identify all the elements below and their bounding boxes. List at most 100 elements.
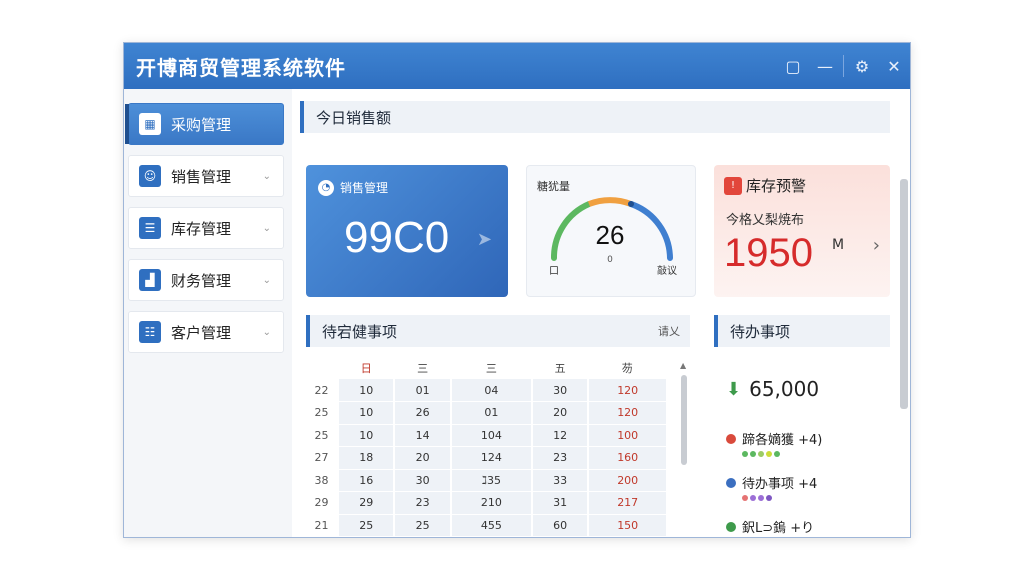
- table-cell: 01: [393, 379, 451, 402]
- chevron-down-icon: ⌄: [262, 326, 271, 338]
- table-row[interactable]: 21 25 25 455 60 150: [306, 514, 666, 537]
- table-cell: 10: [336, 401, 395, 425]
- minimize-icon[interactable]: —: [809, 43, 841, 89]
- sidebar-item-label: 销售管理: [171, 167, 232, 186]
- todo-item[interactable]: 待办事项 +4: [726, 473, 817, 492]
- gauge-marker: [628, 201, 634, 207]
- table-cell: 16: [336, 469, 395, 492]
- column-header: 三: [417, 362, 429, 375]
- table-cell: 200: [587, 469, 666, 492]
- table-cell: 31: [530, 491, 589, 515]
- column-header: 三: [485, 362, 497, 375]
- table-row[interactable]: 38 16 30 ℷ35 33 200: [306, 469, 666, 492]
- sales-card[interactable]: ◔ 销售管理 99C0 ➤: [306, 165, 508, 297]
- chart-icon: ▟: [139, 269, 161, 291]
- table-cell: ℷ35: [449, 469, 532, 492]
- table-cell: 04: [449, 379, 532, 402]
- status-dot-icon: [726, 477, 736, 488]
- sidebar-item-label: 库存管理: [171, 219, 232, 238]
- table-cell: 12: [530, 424, 589, 447]
- table-scrollbar[interactable]: ▲: [680, 361, 688, 537]
- section-title: 今日销售额: [316, 108, 392, 127]
- table-cell: 18: [336, 446, 395, 470]
- table-cell: 29: [336, 491, 395, 515]
- table-cell: 30: [530, 379, 589, 402]
- inventory-warning-card[interactable]: ! 库存预警 今格乂梨焼布 1950 M ›: [714, 165, 890, 297]
- gauge-value: 26: [596, 220, 625, 250]
- row-label: 27: [306, 446, 338, 470]
- sidebar-item-finance[interactable]: ▟ 财务管理 ⌄: [128, 259, 284, 301]
- data-table: 日 三 三 五 芴 22 10 01 04 30 120 25 10 26 01 20 120 25 10…: [306, 357, 666, 537]
- table-cell: 104: [449, 424, 532, 447]
- status-dot-icon: [726, 521, 736, 532]
- scrollbar-thumb[interactable]: [900, 179, 908, 409]
- warning-value: 1950: [724, 231, 813, 275]
- window-title: 开博商贸管理系统软件: [136, 55, 346, 80]
- table-row[interactable]: 27 18 20 124 23 160: [306, 446, 666, 470]
- section-title: 待办事项: [730, 322, 791, 341]
- todo-total: ⬇ 65,000: [726, 377, 819, 401]
- table-cell: 01: [449, 401, 532, 425]
- warning-unit: M: [832, 237, 845, 253]
- status-dot-icon: [726, 433, 736, 444]
- table-cell: 14: [393, 424, 451, 447]
- chevron-down-icon: ⌄: [262, 222, 271, 234]
- arrow-right-icon: ➤: [476, 229, 492, 250]
- table-row[interactable]: 25 10 14 104 12 100: [306, 424, 666, 447]
- gauge-right-label: 敲议: [657, 264, 677, 277]
- chevron-down-icon: ⌄: [262, 170, 271, 182]
- scroll-up-icon[interactable]: ▲: [680, 361, 686, 370]
- gauge-label: 糖犹量: [537, 179, 570, 193]
- table-cell: 100: [587, 424, 666, 447]
- table-cell: 60: [530, 514, 589, 537]
- warehouse-icon: ☰: [139, 217, 161, 239]
- grid-icon: ▦: [139, 113, 161, 135]
- scrollbar-thumb[interactable]: [681, 375, 687, 465]
- todo-total-value: 65,000: [749, 377, 820, 401]
- sidebar-item-sales[interactable]: ☺ 销售管理 ⌄: [128, 155, 284, 197]
- main-scrollbar[interactable]: [900, 179, 908, 419]
- column-header: 芴: [621, 362, 633, 375]
- sidebar-item-purchase[interactable]: ▦ 采购管理: [125, 103, 284, 145]
- row-label: 29: [306, 491, 338, 515]
- row-label: 25: [306, 401, 338, 425]
- table-cell: 30: [393, 469, 451, 492]
- sales-card-value: 99C0: [344, 213, 450, 262]
- progress-beads: [742, 495, 772, 501]
- table-row[interactable]: 25 10 26 01 20 120: [306, 401, 666, 425]
- sidebar-item-inventory[interactable]: ☰ 库存管理 ⌄: [128, 207, 284, 249]
- chevron-right-icon[interactable]: ›: [873, 235, 880, 256]
- todo-item-label: 蹄各嫡獲 +4): [742, 433, 823, 448]
- table-cell: 20: [530, 401, 589, 425]
- table-cell: 26: [393, 401, 451, 425]
- warning-subtitle: 今格乂梨焼布: [726, 213, 805, 228]
- warning-icon: !: [724, 176, 742, 195]
- todo-item-label: 待办事项 +4: [742, 477, 818, 492]
- sidebar-item-customer[interactable]: ☷ 客户管理 ⌄: [128, 311, 284, 353]
- table-cell: 23: [393, 491, 451, 515]
- restore-icon[interactable]: ▢: [777, 43, 809, 89]
- warning-title: 库存预警: [746, 177, 807, 195]
- table-row[interactable]: 22 10 01 04 30 120: [306, 379, 666, 402]
- close-icon[interactable]: ✕: [878, 43, 910, 89]
- table-cell: 455: [449, 514, 532, 537]
- customer-icon: ☷: [139, 321, 161, 343]
- title-divider: [843, 55, 844, 77]
- todo-item[interactable]: 鈬L⊃鎢 +り: [726, 517, 814, 536]
- column-header: 五: [554, 362, 566, 375]
- table-row[interactable]: 29 29 23 210 31 217: [306, 491, 666, 515]
- row-label: 22: [306, 379, 338, 402]
- section-action[interactable]: 请乂: [658, 323, 680, 339]
- table-cell: 217: [587, 491, 666, 515]
- table-cell: 120: [587, 379, 666, 402]
- settings-icon[interactable]: ⚙: [846, 43, 878, 89]
- table-cell: 20: [393, 446, 451, 470]
- todo-item[interactable]: 蹄各嫡獲 +4): [726, 429, 822, 448]
- table-cell: 120: [587, 401, 666, 425]
- gauge-chart: 糖犹量 26 口 0 敲议: [537, 179, 677, 277]
- todo-item-label: 鈬L⊃鎢 +り: [742, 521, 815, 536]
- table-cell: 10: [336, 424, 395, 447]
- section-title: 待宕健事项: [322, 322, 398, 341]
- column-header: 日: [360, 362, 372, 375]
- gauge-arc-blue: [628, 201, 673, 261]
